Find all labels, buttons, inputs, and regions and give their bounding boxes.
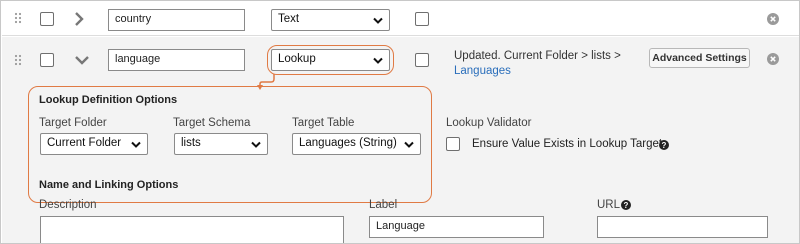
row-select-checkbox[interactable] <box>40 12 54 26</box>
description-textarea[interactable] <box>40 216 344 243</box>
chevron-down-icon[interactable] <box>74 54 90 68</box>
target-table-label: Target Table <box>292 117 355 129</box>
label-input[interactable]: Language <box>369 216 544 238</box>
update-status: Updated. Current Folder > lists > Langua… <box>454 49 644 79</box>
data-type-value: Text <box>278 13 300 25</box>
url-input[interactable] <box>597 216 768 238</box>
field-name-input[interactable]: language <box>108 49 245 71</box>
field-name-input[interactable]: country <box>108 9 245 31</box>
update-status-text: Updated. Current Folder > lists > <box>454 50 621 62</box>
data-type-select[interactable]: Text <box>271 9 390 31</box>
naming-options-heading: Name and Linking Options <box>39 179 179 191</box>
remove-icon[interactable] <box>767 53 779 65</box>
label-field-label: Label <box>369 199 398 211</box>
target-folder-value: Current Folder <box>47 137 122 149</box>
ensure-value-checkbox[interactable] <box>446 137 460 151</box>
chevron-down-icon <box>404 140 414 152</box>
svg-text:?: ? <box>624 201 629 210</box>
lookup-options-heading: Lookup Definition Options <box>39 94 178 106</box>
field-editor: country Text language Lookup Updated. Cu… <box>0 0 800 244</box>
data-type-select[interactable]: Lookup <box>271 49 390 71</box>
help-icon[interactable]: ? <box>659 139 669 153</box>
lookup-target-link[interactable]: Languages <box>454 64 644 79</box>
drag-handle-icon[interactable] <box>14 54 22 66</box>
target-table-select[interactable]: Languages (String) <box>292 133 421 155</box>
target-table-value: Languages (String) <box>299 137 397 149</box>
target-schema-value: lists <box>181 137 201 149</box>
chevron-right-icon[interactable] <box>74 11 84 30</box>
row-select-checkbox[interactable] <box>40 53 54 67</box>
help-icon[interactable]: ? <box>621 199 631 213</box>
field-row-language: language Lookup Updated. Current Folder … <box>2 37 799 243</box>
description-label: Description <box>39 199 97 211</box>
drag-handle-icon[interactable] <box>14 12 22 24</box>
target-schema-select[interactable]: lists <box>174 133 268 155</box>
lookup-validator-label: Lookup Validator <box>446 117 532 129</box>
ensure-value-label: Ensure Value Exists in Lookup Target <box>472 138 663 150</box>
target-folder-select[interactable]: Current Folder <box>40 133 148 155</box>
chevron-down-icon <box>373 56 383 68</box>
target-folder-label: Target Folder <box>39 117 107 129</box>
remove-icon[interactable] <box>767 13 779 25</box>
chevron-down-icon <box>373 16 383 28</box>
field-row-country: country Text <box>2 2 799 36</box>
target-schema-label: Target Schema <box>173 117 251 129</box>
chevron-down-icon <box>131 140 141 152</box>
chevron-down-icon <box>251 140 261 152</box>
url-label: URL <box>597 199 621 211</box>
required-checkbox[interactable] <box>415 53 429 67</box>
required-checkbox[interactable] <box>415 12 429 26</box>
data-type-value: Lookup <box>278 53 316 65</box>
svg-text:?: ? <box>662 141 667 150</box>
advanced-settings-button[interactable]: Advanced Settings <box>649 48 750 68</box>
